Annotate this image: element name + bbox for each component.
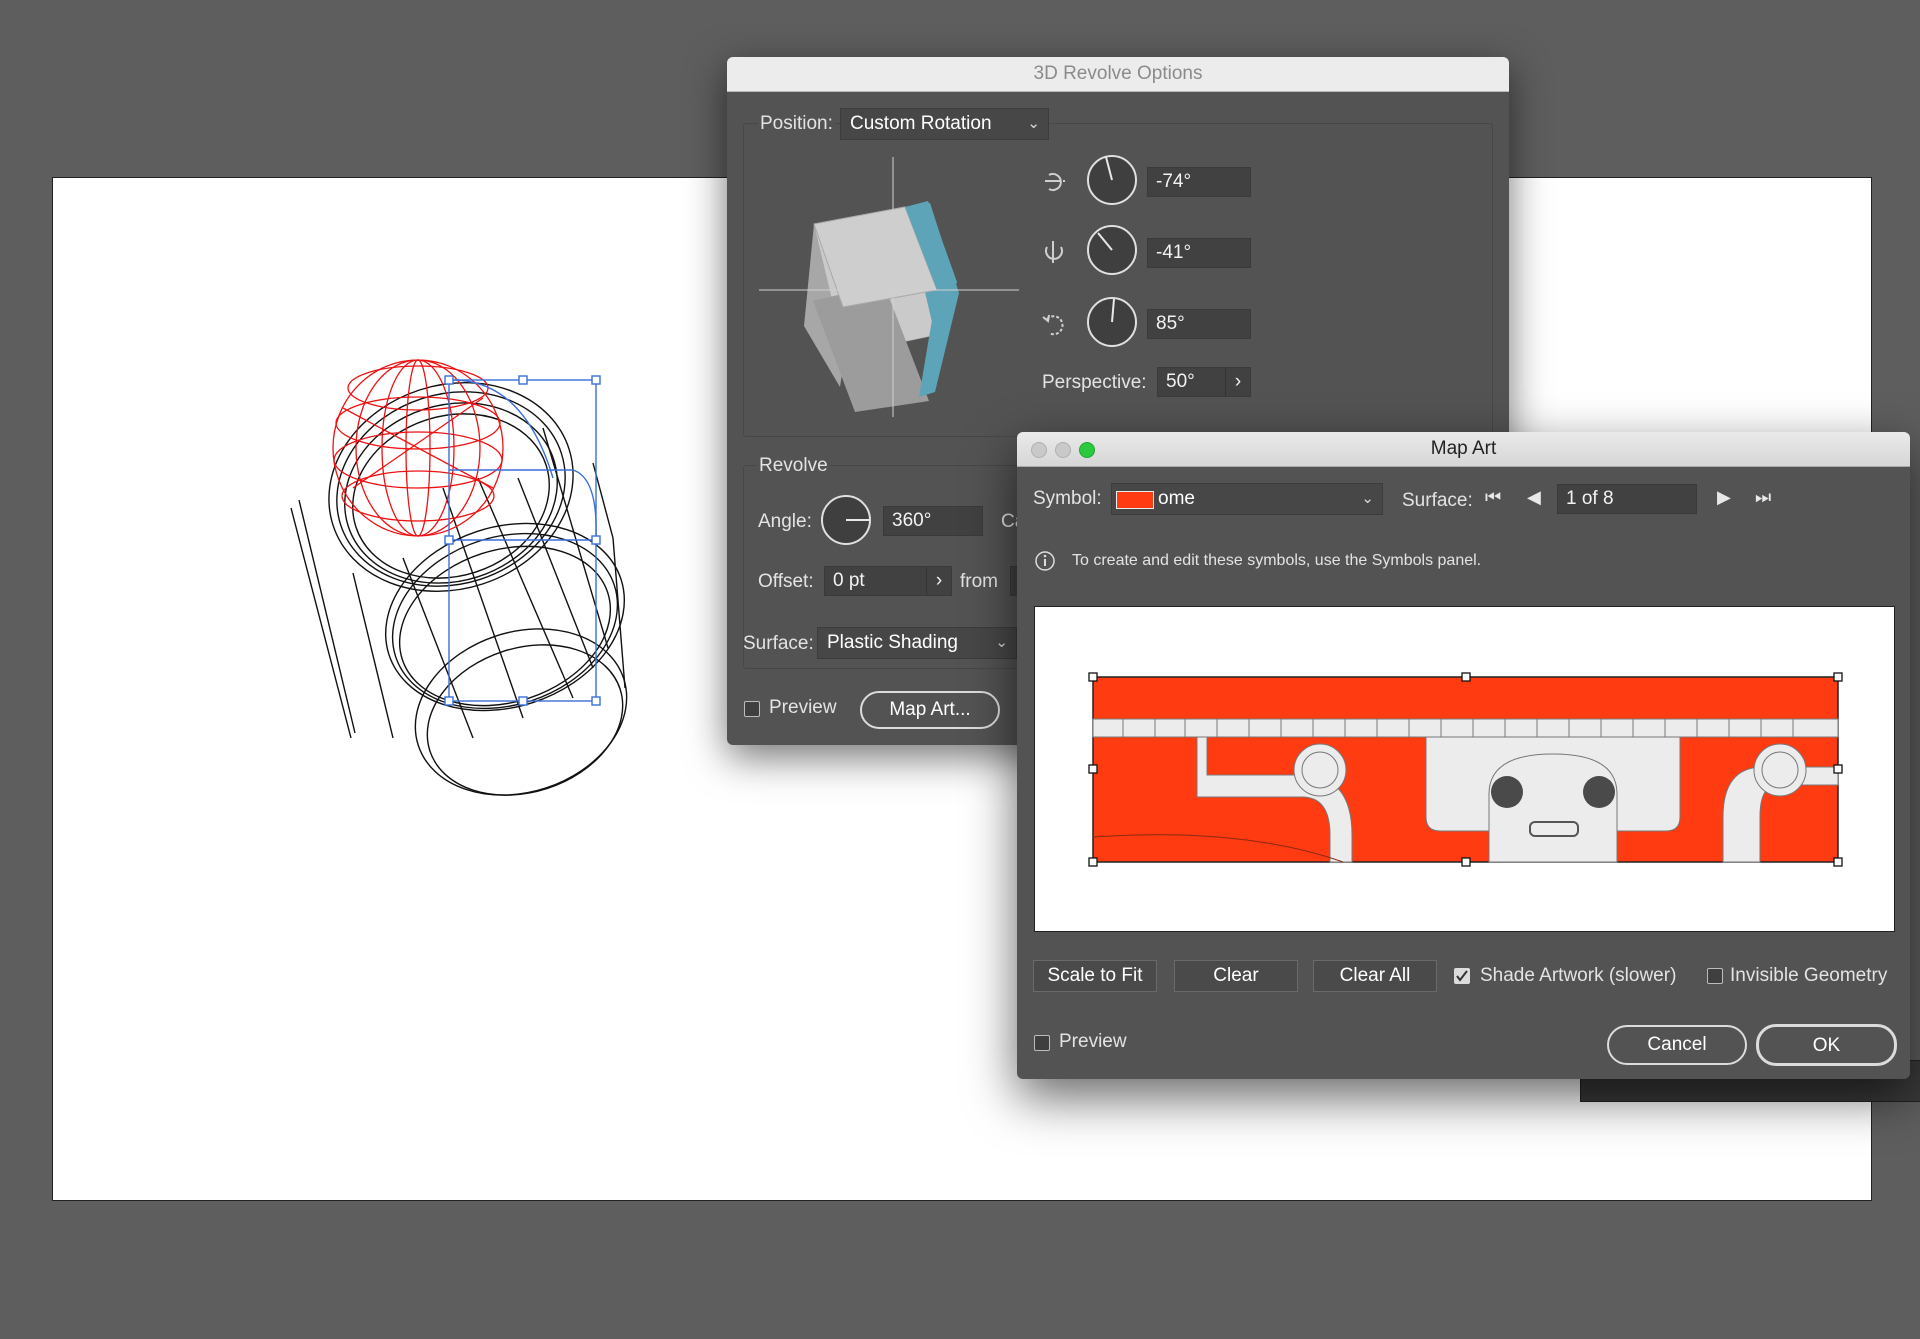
- rotation-z-field[interactable]: 85°: [1147, 309, 1251, 339]
- last-surface-icon[interactable]: ⏭: [1755, 487, 1771, 508]
- shade-artwork-checkbox[interactable]: [1454, 968, 1470, 984]
- rotate-y-axis-icon: [1045, 241, 1063, 263]
- symbol-value: ome: [1158, 488, 1195, 509]
- angle-label: Angle:: [758, 511, 812, 532]
- clear-all-button[interactable]: Clear All: [1313, 960, 1437, 992]
- map-art-dialog-title: Map Art: [1017, 432, 1910, 467]
- map-art-preview-canvas[interactable]: [1034, 606, 1895, 932]
- map-art-dialog: Map Art Symbol: ome ⌄ Surface: ⏮ ◀ 1 of …: [1017, 432, 1910, 1079]
- map-art-button[interactable]: Map Art...: [860, 691, 1000, 729]
- offset-label: Offset:: [758, 571, 814, 592]
- minimize-window-button[interactable]: [1055, 442, 1071, 458]
- surface-dropdown[interactable]: Plastic Shading ⌄: [817, 627, 1017, 659]
- rotation-y-field[interactable]: -41°: [1147, 238, 1251, 268]
- angle-dial[interactable]: [819, 493, 873, 547]
- position-value: Custom Rotation: [850, 113, 992, 134]
- from-label: from: [960, 571, 998, 592]
- info-text: To create and edit these symbols, use th…: [1072, 552, 1482, 569]
- rotation-x-field[interactable]: -74°: [1147, 167, 1251, 197]
- surface-value: Plastic Shading: [827, 632, 958, 653]
- position-label: Position:: [758, 113, 835, 135]
- scale-to-fit-button[interactable]: Scale to Fit: [1033, 960, 1157, 992]
- symbol-thumbnail-icon: [1116, 491, 1154, 509]
- checkmark-icon: [1456, 970, 1468, 982]
- rotation-y-dial[interactable]: [1085, 223, 1139, 277]
- revolve-heading: Revolve: [757, 455, 830, 477]
- chevron-down-icon: ⌄: [1027, 115, 1040, 132]
- ok-button[interactable]: OK: [1756, 1024, 1897, 1066]
- preview-label: Preview: [1059, 1031, 1127, 1052]
- preview-label: Preview: [769, 697, 837, 718]
- zoom-window-button[interactable]: [1079, 442, 1095, 458]
- offset-value: 0 pt: [833, 570, 865, 591]
- shade-artwork-label: Shade Artwork (slower): [1480, 965, 1677, 986]
- symbol-label: Symbol:: [1033, 488, 1102, 509]
- symbol-bounding-handles: [1088, 672, 1843, 867]
- surface-label: Surface:: [1402, 490, 1473, 511]
- close-window-button[interactable]: [1031, 442, 1047, 458]
- surface-counter[interactable]: 1 of 8: [1557, 484, 1697, 514]
- symbol-dropdown[interactable]: ome ⌄: [1111, 483, 1383, 515]
- perspective-label: Perspective:: [1042, 372, 1147, 393]
- chevron-right-icon[interactable]: ›: [926, 567, 951, 595]
- chevron-down-icon: ⌄: [1361, 490, 1374, 507]
- rotation-z-dial[interactable]: [1085, 295, 1139, 349]
- position-dropdown[interactable]: Custom Rotation ⌄: [840, 108, 1049, 140]
- chevron-right-icon[interactable]: ›: [1225, 368, 1250, 396]
- preview-checkbox[interactable]: [744, 701, 760, 717]
- clear-button[interactable]: Clear: [1174, 960, 1298, 992]
- offset-field[interactable]: 0 pt ›: [824, 566, 952, 596]
- selection-bounding-box: [448, 379, 597, 702]
- cancel-button[interactable]: Cancel: [1607, 1025, 1747, 1065]
- first-surface-icon[interactable]: ⏮: [1485, 487, 1501, 508]
- invisible-geometry-checkbox[interactable]: [1707, 968, 1723, 984]
- info-icon: [1035, 551, 1055, 571]
- invisible-geometry-label: Invisible Geometry: [1730, 965, 1888, 986]
- preview-checkbox[interactable]: [1034, 1035, 1050, 1051]
- perspective-value: 50°: [1166, 371, 1195, 392]
- rotate-x-axis-icon: [1045, 173, 1067, 191]
- previous-surface-icon[interactable]: ◀: [1527, 487, 1541, 508]
- angle-field[interactable]: 360°: [883, 506, 983, 536]
- next-surface-icon[interactable]: ▶: [1717, 487, 1731, 508]
- perspective-field[interactable]: 50° ›: [1157, 367, 1251, 397]
- rotate-z-axis-icon: [1042, 314, 1064, 336]
- revolve-dialog-title: 3D Revolve Options: [727, 57, 1509, 92]
- surface-label: Surface:: [743, 633, 814, 654]
- cube-bottom-face: [759, 157, 1019, 417]
- chevron-down-icon: ⌄: [995, 634, 1008, 651]
- rotation-x-dial[interactable]: [1085, 153, 1139, 207]
